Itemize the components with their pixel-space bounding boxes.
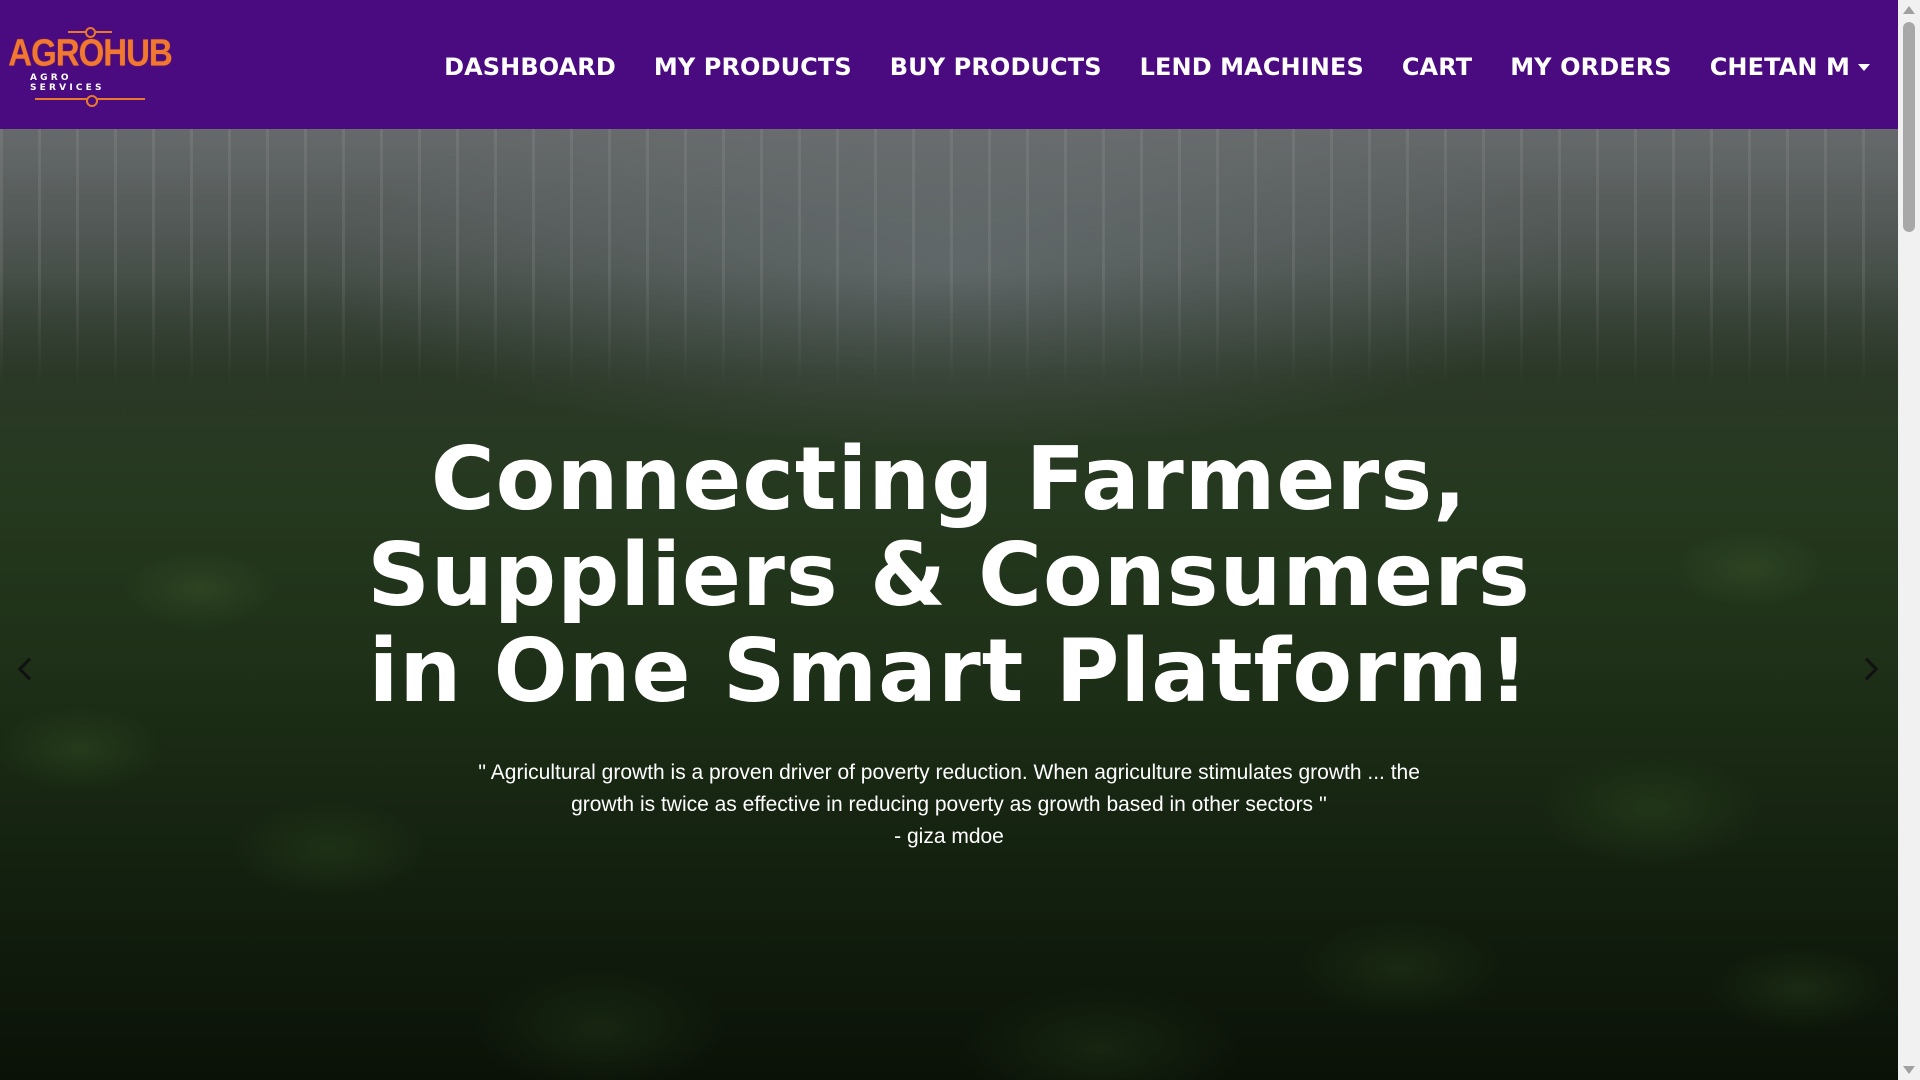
logo-ornament-bottom [35, 94, 145, 107]
caret-down-icon [1858, 64, 1870, 71]
brand-name: AGROHUB [8, 30, 172, 74]
brand-tagline: AGRO SERVICES [30, 72, 105, 93]
nav-my-products[interactable]: MY PRODUCTS [635, 53, 871, 81]
top-navbar: AGROHUB AGRO SERVICES DASHBOARD MY PRODU… [0, 0, 1898, 129]
page-scrollbar[interactable] [1898, 0, 1920, 1080]
scroll-up-arrow-icon[interactable] [1903, 6, 1915, 14]
nav-dashboard[interactable]: DASHBOARD [425, 53, 635, 81]
nav-lend-machines[interactable]: LEND MACHINES [1121, 53, 1383, 81]
chevron-left-icon [17, 657, 41, 681]
hero-title: Connecting Farmers, Suppliers & Consumer… [367, 428, 1531, 722]
user-menu-label: CHETAN M [1709, 52, 1850, 81]
chevron-right-icon [1855, 657, 1879, 681]
nav-my-orders[interactable]: MY ORDERS [1491, 53, 1690, 81]
nav-links: DASHBOARD MY PRODUCTS BUY PRODUCTS LEND … [425, 53, 1870, 81]
hero-quote: '' Agricultural growth is a proven drive… [478, 761, 1420, 816]
brand-logo[interactable]: AGROHUB AGRO SERVICES [8, 26, 173, 107]
carousel-next-button[interactable] [1850, 639, 1890, 699]
hero-caption: Connecting Farmers, Suppliers & Consumer… [0, 129, 1898, 1080]
scroll-down-arrow-icon[interactable] [1903, 1066, 1915, 1074]
user-menu-toggle[interactable]: CHETAN M [1691, 53, 1870, 81]
hero-carousel: Connecting Farmers, Suppliers & Consumer… [0, 129, 1898, 1080]
carousel-prev-button[interactable] [6, 639, 46, 699]
hero-quote-author: - giza mdoe [894, 825, 1004, 848]
scrollbar-thumb[interactable] [1903, 22, 1915, 232]
nav-cart[interactable]: CART [1383, 53, 1491, 81]
nav-buy-products[interactable]: BUY PRODUCTS [871, 53, 1121, 81]
